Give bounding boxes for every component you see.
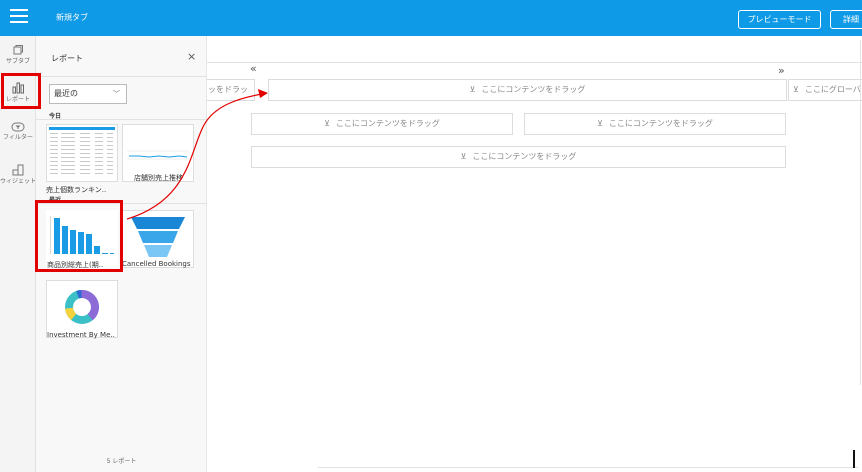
table-thumbnail bbox=[49, 127, 115, 174]
drop-zone-main[interactable]: ⊻ ここにコンテンツをドラッグ bbox=[268, 79, 787, 101]
drop-zone-text: ここにコンテンツをドラッグ bbox=[472, 152, 577, 161]
sidebar-item-label: フィルター bbox=[3, 134, 33, 141]
drop-zone-half-left[interactable]: ⊻ ここにコンテンツをドラッグ bbox=[251, 113, 513, 135]
report-count: 5 レポート bbox=[106, 458, 137, 465]
chevron-down-icon: ﹀ bbox=[113, 90, 120, 98]
funnel-chart-thumbnail bbox=[131, 217, 185, 257]
drop-zone-left-partial[interactable]: ッをドラッ bbox=[207, 79, 255, 101]
report-card-label: Investment By Me.. bbox=[47, 331, 115, 339]
sidebar-item-label: ウィジェット bbox=[0, 178, 37, 185]
filter-icon bbox=[11, 122, 25, 132]
drop-icon: ⊻ bbox=[469, 85, 476, 94]
sidebar-item-subtab[interactable]: サブタブ bbox=[0, 44, 36, 66]
divider bbox=[36, 119, 207, 120]
drop-icon: ⊻ bbox=[460, 152, 467, 161]
top-bar: 新規タブ プレビューモード 詳細 bbox=[0, 0, 862, 36]
widget-icon bbox=[12, 164, 24, 176]
drop-zone-text: ここにグローバ bbox=[804, 85, 861, 94]
scroll-left-icon[interactable]: « bbox=[250, 62, 257, 75]
text-cursor bbox=[853, 450, 855, 468]
donut-chart-thumbnail bbox=[65, 290, 99, 324]
period-select[interactable]: 最近の ﹀ bbox=[49, 84, 127, 104]
detail-button[interactable]: 詳細 bbox=[830, 10, 862, 29]
drop-icon: ⊻ bbox=[793, 85, 799, 94]
scroll-right-icon[interactable]: » bbox=[778, 64, 785, 77]
highlight-report-tab bbox=[1, 73, 41, 109]
drop-icon: ⊻ bbox=[324, 119, 330, 128]
report-card-label: Cancelled Bookings bbox=[122, 260, 191, 268]
drop-zone-text: ここにコンテンツをドラッグ bbox=[481, 85, 586, 94]
tab-title[interactable]: 新規タブ bbox=[56, 12, 88, 23]
sidebar-item-label: サブタブ bbox=[5, 58, 30, 65]
close-icon[interactable]: × bbox=[187, 50, 196, 63]
sidebar-item-widget[interactable]: ウィジェット bbox=[0, 164, 36, 186]
drop-zone-global[interactable]: ⊻ ここにグローバ bbox=[788, 79, 862, 101]
drop-zone-half-right[interactable]: ⊻ ここにコンテンツをドラッグ bbox=[524, 113, 786, 135]
subtab-icon bbox=[13, 45, 23, 55]
report-card-sales-ranking[interactable] bbox=[46, 124, 118, 182]
bottom-divider bbox=[318, 467, 858, 468]
menu-icon[interactable] bbox=[10, 9, 28, 27]
panel-title: レポート bbox=[51, 54, 83, 63]
period-select-value: 最近の bbox=[54, 89, 78, 98]
highlight-report-card bbox=[35, 200, 123, 272]
drop-zone-text: ここにコンテンツをドラッグ bbox=[335, 119, 440, 128]
report-card-label: 店舗別売上推移 bbox=[134, 174, 183, 182]
drop-zone-bottom[interactable]: ⊻ ここにコンテンツをドラッグ bbox=[251, 146, 786, 168]
drop-zone-text: ここにコンテンツをドラッグ bbox=[608, 119, 713, 128]
sidebar-item-filter[interactable]: フィルター bbox=[0, 122, 36, 142]
report-card-label: 売上個数ランキン.. bbox=[46, 186, 107, 194]
canvas-divider bbox=[207, 62, 862, 63]
preview-mode-button[interactable]: プレビューモード bbox=[738, 10, 821, 29]
divider bbox=[36, 76, 207, 77]
report-card-investment-by-medium[interactable] bbox=[46, 280, 118, 338]
drop-icon: ⊻ bbox=[597, 119, 603, 128]
drop-zone-text: ッをドラッ bbox=[208, 85, 248, 94]
right-edge-line bbox=[860, 40, 861, 385]
